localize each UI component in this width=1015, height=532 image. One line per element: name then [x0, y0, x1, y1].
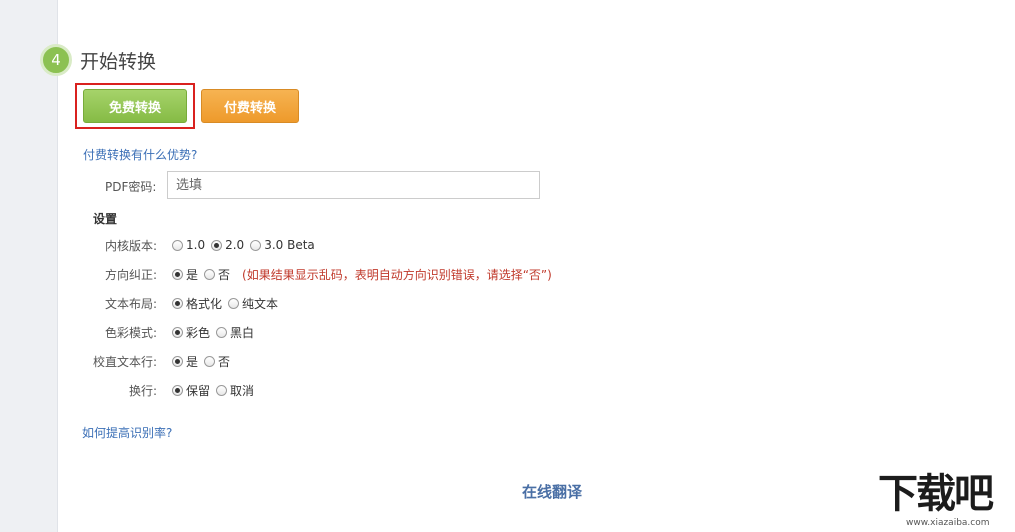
paid-advantages-link[interactable]: 付费转换有什么优势? — [83, 146, 197, 163]
layout-option-plain[interactable]: 纯文本 — [228, 295, 278, 312]
settings-heading: 设置 — [93, 212, 118, 226]
improve-rate-link[interactable]: 如何提高识别率? — [82, 424, 172, 441]
settings-row-layout: 文本布局: 格式化 纯文本 — [0, 293, 1015, 313]
orientation-note: (如果结果显示乱码，表明自动方向识别错误，请选择“否”) — [242, 267, 552, 282]
kernel-option-2-0[interactable]: 2.0 — [211, 238, 244, 252]
orientation-option-no[interactable]: 否 — [204, 266, 230, 283]
color-option-color[interactable]: 彩色 — [172, 324, 210, 341]
free-convert-button[interactable]: 免费转换 — [83, 89, 187, 123]
color-option-bw[interactable]: 黑白 — [216, 324, 254, 341]
settings-row-color: 色彩模式: 彩色 黑白 — [0, 322, 1015, 342]
radio-icon[interactable] — [216, 326, 228, 338]
orientation-label: 方向纠正: — [104, 267, 157, 282]
radio-icon[interactable] — [228, 297, 240, 309]
kernel-option-1-0[interactable]: 1.0 — [172, 238, 205, 252]
step-header: 4 开始转换 — [40, 44, 156, 76]
radio-checked-icon[interactable] — [172, 297, 183, 309]
straighten-option-no[interactable]: 否 — [204, 353, 230, 370]
settings-row-orientation: 方向纠正: 是 否 (如果结果显示乱码，表明自动方向识别错误，请选择“否”) — [0, 264, 1015, 284]
radio-icon[interactable] — [216, 384, 228, 396]
radio-icon[interactable] — [250, 239, 262, 251]
settings-row-straighten: 校直文本行: 是 否 — [0, 351, 1015, 371]
linebreak-label: 换行: — [128, 383, 157, 398]
radio-checked-icon[interactable] — [172, 268, 183, 280]
watermark-url: www.xiazaiba.com — [906, 518, 990, 528]
kernel-option-3-0-beta[interactable]: 3.0 Beta — [250, 238, 315, 252]
orientation-option-yes[interactable]: 是 — [172, 266, 198, 283]
settings-row-linebreak: 换行: 保留 取消 — [0, 380, 1015, 400]
kernel-version-label: 内核版本: — [104, 238, 157, 253]
paid-convert-button[interactable]: 付费转换 — [201, 89, 299, 123]
step-title: 开始转换 — [80, 50, 157, 73]
watermark-logo-text: 下载吧 — [878, 471, 994, 517]
radio-checked-icon[interactable] — [211, 239, 223, 251]
online-translate-link[interactable]: 在线翻译 — [522, 481, 582, 502]
layout-option-formatted[interactable]: 格式化 — [172, 295, 222, 312]
straighten-label: 校直文本行: — [92, 354, 157, 369]
color-mode-label: 色彩模式: — [104, 325, 157, 340]
radio-icon[interactable] — [172, 239, 183, 251]
radio-icon[interactable] — [204, 268, 216, 280]
settings-row-kernel: 内核版本: 1.0 2.0 3.0 Beta — [0, 235, 1015, 255]
watermark-logo: 下载吧 www.xiazaiba.com — [876, 472, 1015, 532]
pdf-password-input[interactable] — [167, 171, 540, 199]
radio-checked-icon[interactable] — [172, 355, 183, 367]
pdf-password-label: PDF密码: — [105, 180, 157, 194]
linebreak-option-remove[interactable]: 取消 — [216, 382, 254, 399]
linebreak-option-keep[interactable]: 保留 — [172, 382, 210, 399]
radio-checked-icon[interactable] — [172, 326, 183, 338]
radio-checked-icon[interactable] — [172, 384, 183, 396]
step-number-badge: 4 — [40, 44, 72, 76]
straighten-option-yes[interactable]: 是 — [172, 353, 198, 370]
radio-icon[interactable] — [204, 355, 216, 367]
text-layout-label: 文本布局: — [104, 296, 157, 311]
